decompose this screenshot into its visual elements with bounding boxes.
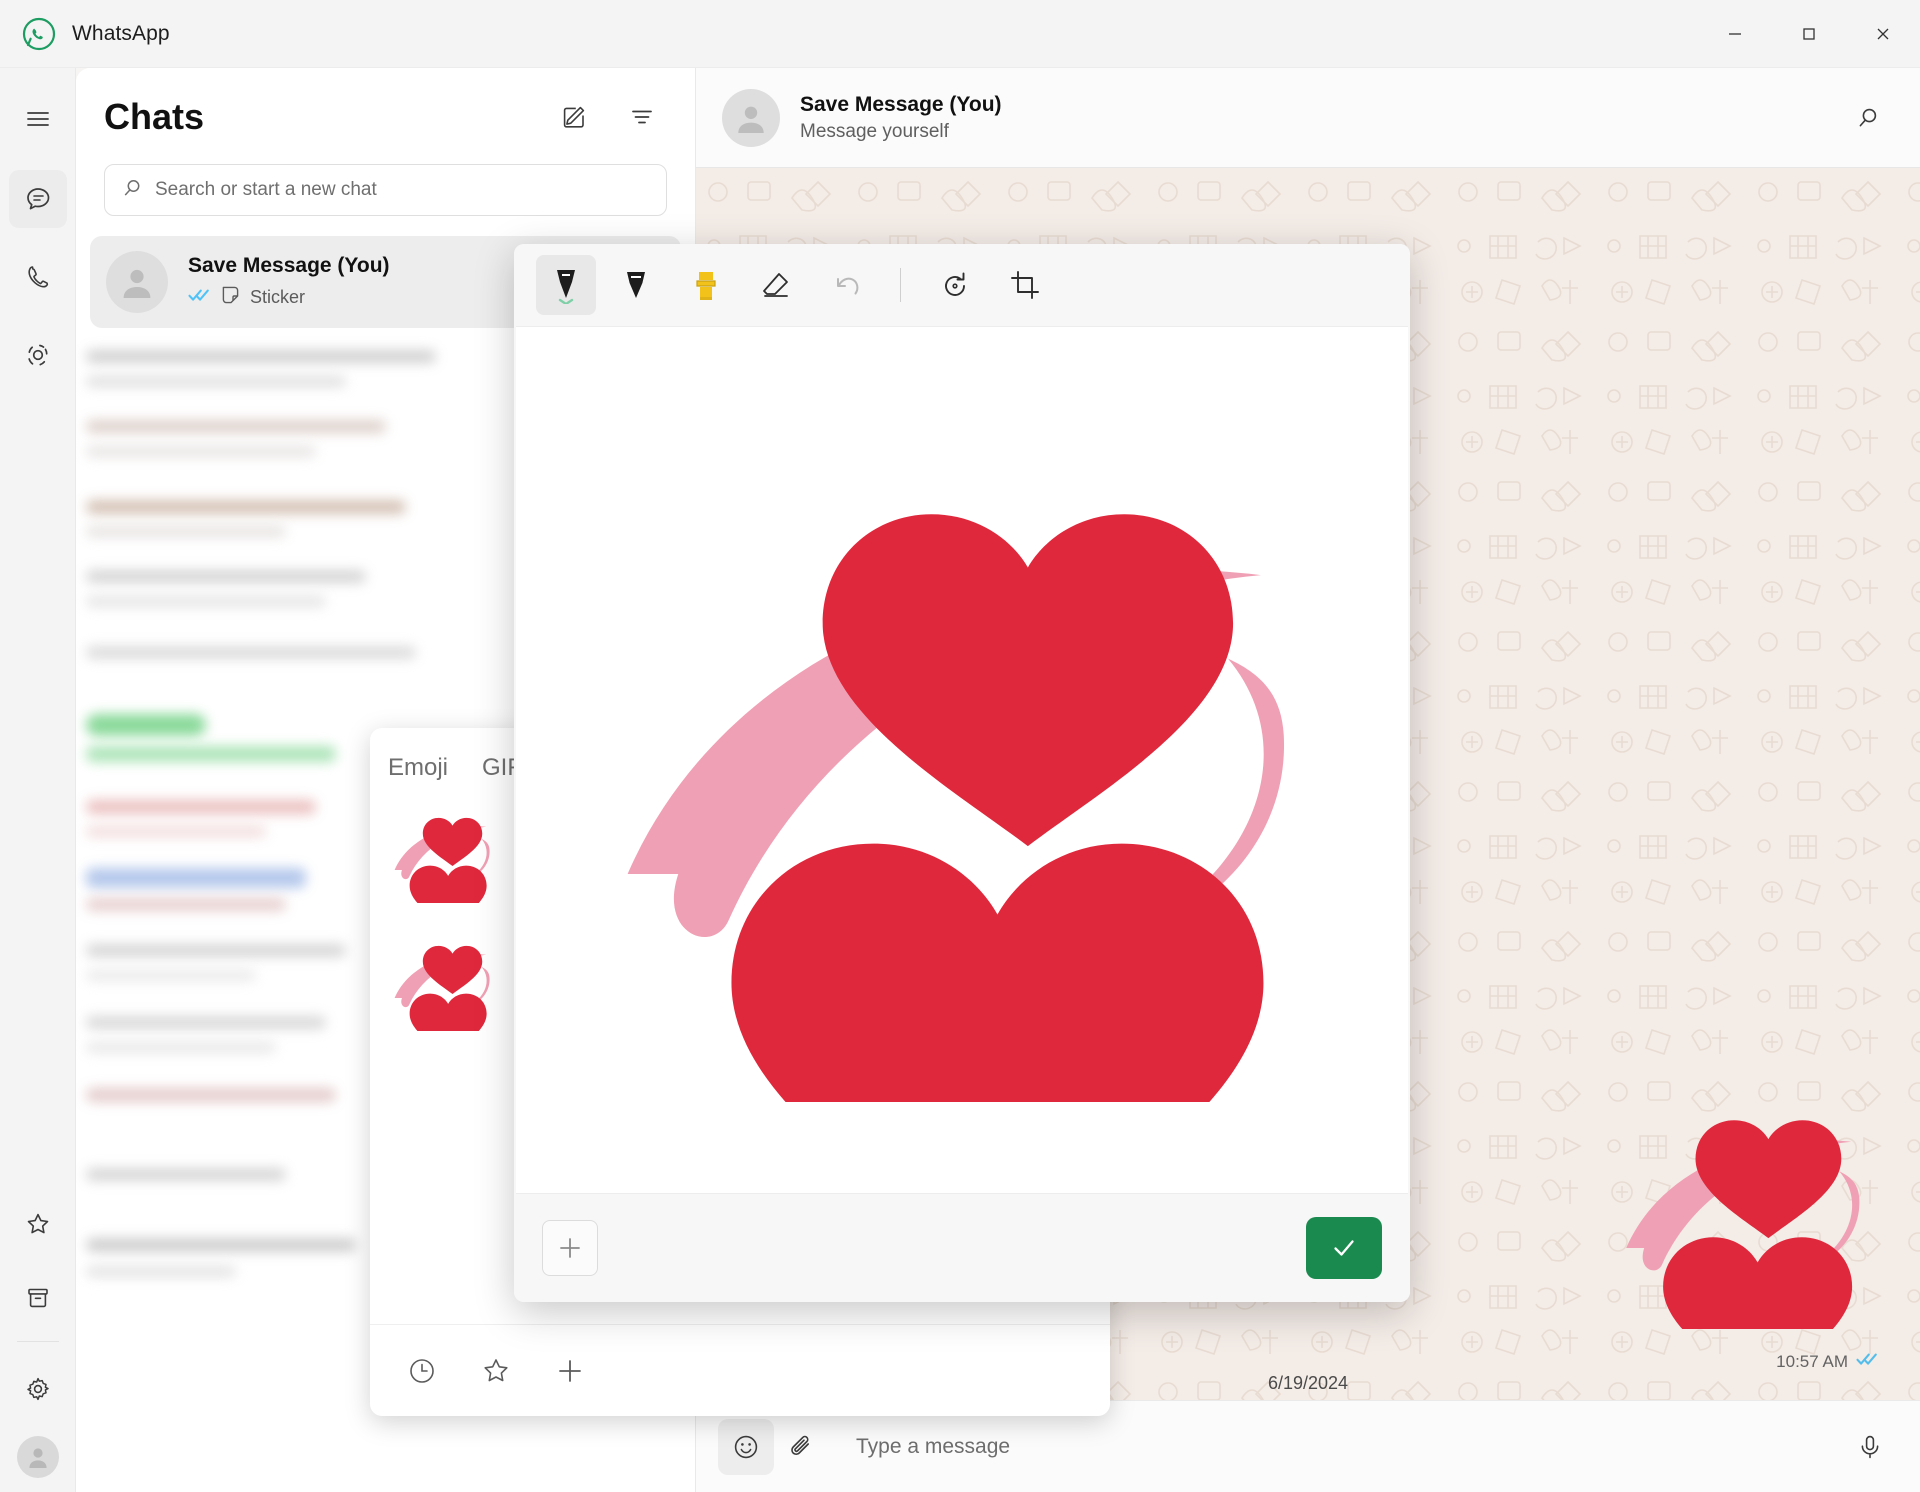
new-chat-button[interactable]: [549, 92, 599, 142]
favorites-star-icon[interactable]: [472, 1347, 520, 1395]
toolbar-divider: [900, 268, 901, 302]
editor-toolbar: [514, 244, 1410, 326]
minimize-button[interactable]: [1698, 0, 1772, 68]
rail-divider: [17, 1341, 59, 1342]
sticker-item[interactable]: [388, 932, 498, 1042]
timestamp-text: 10:57 AM: [1776, 1352, 1848, 1372]
search-icon: [121, 177, 143, 204]
sidebar-item-status[interactable]: [9, 326, 67, 384]
pen-tool-button[interactable]: [536, 255, 596, 315]
avatar: [106, 251, 168, 313]
rail-hamburger-button[interactable]: [9, 90, 67, 148]
add-sticker-button[interactable]: [542, 1220, 598, 1276]
canvas-sticker: [582, 418, 1342, 1102]
conversation-search-button[interactable]: [1842, 92, 1894, 144]
close-button[interactable]: [1846, 0, 1920, 68]
whatsapp-window: WhatsApp: [0, 0, 1920, 1492]
tab-emoji[interactable]: Emoji: [388, 754, 448, 782]
chat-item-name: Save Message (You): [188, 254, 390, 278]
voice-record-button[interactable]: [1842, 1419, 1898, 1475]
navigation-rail: [0, 68, 76, 1492]
confirm-send-button[interactable]: [1306, 1217, 1382, 1279]
filter-chats-button[interactable]: [617, 92, 667, 142]
undo-tool-button[interactable]: [816, 255, 876, 315]
emoji-button[interactable]: [718, 1419, 774, 1475]
whatsapp-logo-icon: [22, 17, 56, 51]
sidebar-item-chats[interactable]: [9, 170, 67, 228]
eraser-tool-button[interactable]: [746, 255, 806, 315]
sidebar-item-archived[interactable]: [9, 1269, 67, 1327]
sidebar-item-starred[interactable]: [9, 1195, 67, 1253]
highlighter-tool-button[interactable]: [676, 255, 736, 315]
rotate-tool-button[interactable]: [925, 255, 985, 315]
sticker-icon: [220, 284, 242, 311]
sidebar-item-calls[interactable]: [9, 248, 67, 306]
search-area: Search or start a new chat: [76, 148, 695, 226]
profile-avatar[interactable]: [17, 1436, 59, 1478]
editor-footer: [514, 1194, 1410, 1302]
date-divider: 6/19/2024: [1268, 1373, 1348, 1394]
chat-list-header: Chats: [76, 68, 695, 148]
title-bar: WhatsApp: [0, 0, 1920, 68]
picker-footer: [370, 1324, 1110, 1416]
message-timestamp: 10:57 AM: [1776, 1351, 1880, 1372]
add-plus-icon[interactable]: [546, 1347, 594, 1395]
sidebar-item-settings[interactable]: [9, 1360, 67, 1418]
search-placeholder: Search or start a new chat: [155, 179, 377, 201]
sticker-item[interactable]: [388, 804, 498, 914]
message-input[interactable]: Type a message: [856, 1435, 1842, 1459]
conversation-header: Save Message (You) Message yourself: [696, 68, 1920, 168]
search-input[interactable]: Search or start a new chat: [104, 164, 667, 216]
recent-clock-icon[interactable]: [398, 1347, 446, 1395]
page-title: Chats: [104, 96, 204, 138]
editor-canvas[interactable]: [516, 326, 1408, 1194]
maximize-button[interactable]: [1772, 0, 1846, 68]
window-controls: [1698, 0, 1920, 68]
conversation-title: Save Message (You): [800, 93, 1002, 117]
double-check-icon: [188, 287, 212, 308]
sticker-editor-dialog: [514, 244, 1410, 1302]
attach-button[interactable]: [774, 1419, 830, 1475]
double-check-icon: [1856, 1351, 1880, 1372]
message-sticker[interactable]: [1610, 1086, 1880, 1334]
crop-tool-button[interactable]: [995, 255, 1055, 315]
pencil-tool-button[interactable]: [606, 255, 666, 315]
chat-item-preview: Sticker: [250, 287, 305, 308]
conversation-subtitle: Message yourself: [800, 121, 1002, 143]
avatar[interactable]: [722, 89, 780, 147]
app-title: WhatsApp: [72, 22, 170, 46]
